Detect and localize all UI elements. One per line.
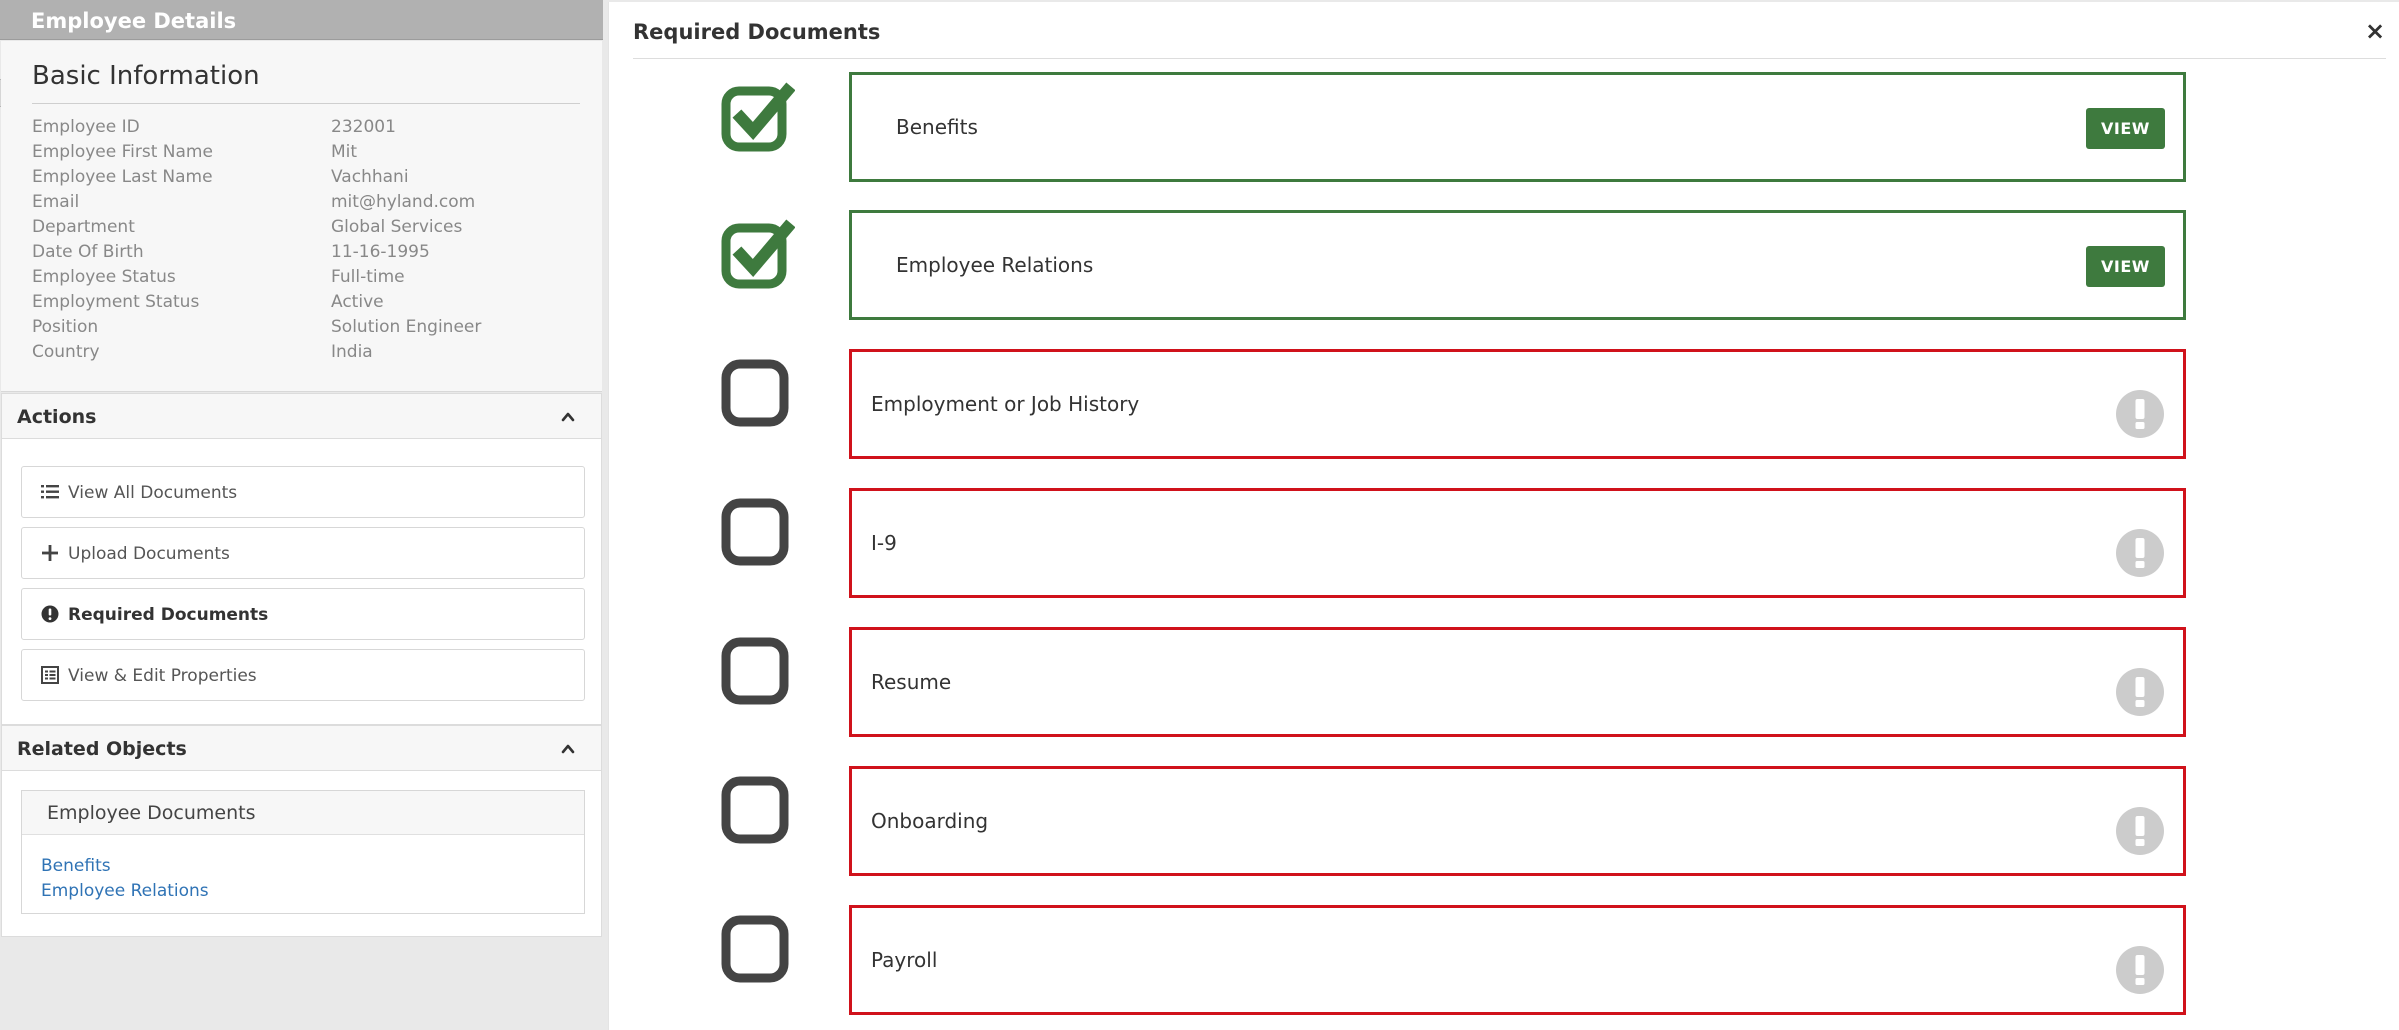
- plus-icon: [42, 545, 58, 561]
- info-value: India: [331, 342, 373, 362]
- info-value: Full-time: [331, 267, 405, 287]
- view-all-documents-button[interactable]: View All Documents: [21, 466, 585, 518]
- related-link-benefits[interactable]: Benefits: [41, 856, 111, 876]
- related-objects-header[interactable]: Related Objects: [2, 726, 601, 771]
- view-document-button[interactable]: VIEW: [2086, 246, 2165, 287]
- info-label: Employee First Name: [32, 142, 213, 162]
- document-name: Resume: [871, 670, 952, 694]
- document-name: Employee Relations: [896, 253, 1094, 277]
- action-label: Required Documents: [68, 605, 269, 625]
- exclamation-circle-icon: [41, 605, 59, 623]
- info-value: mit@hyland.com: [331, 192, 476, 212]
- document-name: Employment or Job History: [871, 392, 1140, 416]
- exclamation-circle-icon: [2116, 390, 2164, 438]
- actions-heading: Actions: [17, 406, 97, 428]
- divider: [32, 103, 580, 104]
- info-label: Employment Status: [32, 292, 200, 312]
- exclamation-circle-icon: [2116, 668, 2164, 716]
- info-label: Position: [32, 317, 99, 337]
- employee-details-panel: Employee Details Basic Information Emplo…: [0, 0, 603, 1030]
- info-label: Employee Status: [32, 267, 176, 287]
- exclamation-circle-icon: [2116, 807, 2164, 855]
- action-label: Upload Documents: [68, 544, 230, 564]
- checked-checkbox-icon: [721, 219, 795, 289]
- actions-section: Actions View All Documents Upload Docume…: [1, 393, 602, 725]
- panel-titlebar: Employee Details: [0, 0, 603, 40]
- document-card-payroll: Payroll: [849, 905, 2186, 1015]
- info-value: Mit: [331, 142, 358, 162]
- exclamation-circle-icon: [2116, 529, 2164, 577]
- info-label: Department: [32, 217, 135, 237]
- chevron-up-icon[interactable]: [561, 410, 575, 424]
- info-label: Date Of Birth: [32, 242, 144, 262]
- action-label: View & Edit Properties: [68, 666, 257, 686]
- info-label: Country: [32, 342, 100, 362]
- unchecked-checkbox-icon: [721, 776, 789, 844]
- action-label: View All Documents: [68, 483, 238, 503]
- close-icon[interactable]: ×: [2360, 16, 2390, 46]
- document-name: Onboarding: [871, 809, 989, 833]
- document-name: Benefits: [896, 115, 978, 139]
- divider: [633, 58, 2386, 59]
- exclamation-circle-icon: [2116, 946, 2164, 994]
- document-card-i-9: I-9: [849, 488, 2186, 598]
- document-card-employee-relations: Employee Relations VIEW: [849, 210, 2186, 320]
- unchecked-checkbox-icon: [721, 359, 789, 427]
- info-label: Email: [32, 192, 80, 212]
- required-documents-button[interactable]: Required Documents: [21, 588, 585, 640]
- info-label: Employee ID: [32, 117, 140, 137]
- info-value: Active: [331, 292, 384, 312]
- upload-documents-button[interactable]: Upload Documents: [21, 527, 585, 579]
- document-card-onboarding: Onboarding: [849, 766, 2186, 876]
- document-name: Payroll: [871, 948, 938, 972]
- info-value: Vachhani: [331, 167, 409, 187]
- info-value: Global Services: [331, 217, 463, 237]
- document-card-benefits: Benefits VIEW: [849, 72, 2186, 182]
- related-objects-heading: Related Objects: [17, 738, 187, 760]
- document-name: I-9: [871, 531, 897, 555]
- related-link-employee-relations[interactable]: Employee Relations: [41, 881, 209, 901]
- basic-information-heading: Basic Information: [32, 61, 260, 91]
- employee-documents-header: Employee Documents: [22, 791, 584, 835]
- info-value: 11-16-1995: [331, 242, 430, 262]
- required-documents-panel: Required Documents × Benefits VIEW Emplo…: [608, 2, 2399, 1030]
- employee-documents-title: Employee Documents: [47, 802, 256, 824]
- chevron-up-icon[interactable]: [561, 742, 575, 756]
- unchecked-checkbox-icon: [721, 498, 789, 566]
- checked-checkbox-icon: [721, 82, 795, 152]
- unchecked-checkbox-icon: [721, 915, 789, 983]
- required-documents-title: Required Documents: [633, 20, 881, 44]
- info-value: 232001: [331, 117, 396, 137]
- basic-information-section: Basic Information Employee ID 232001 Emp…: [1, 41, 602, 392]
- view-document-button[interactable]: VIEW: [2086, 108, 2165, 149]
- unchecked-checkbox-icon: [721, 637, 789, 705]
- table-icon: [41, 666, 59, 684]
- related-objects-section: Related Objects Employee Documents Benef…: [1, 725, 602, 937]
- employee-documents-box: Employee Documents Benefits Employee Rel…: [21, 790, 585, 914]
- panel-title: Employee Details: [31, 9, 237, 33]
- actions-header[interactable]: Actions: [2, 394, 601, 439]
- info-value: Solution Engineer: [331, 317, 482, 337]
- info-label: Employee Last Name: [32, 167, 213, 187]
- document-card-resume: Resume: [849, 627, 2186, 737]
- view-edit-properties-button[interactable]: View & Edit Properties: [21, 649, 585, 701]
- document-card-employment-job-history: Employment or Job History: [849, 349, 2186, 459]
- list-icon: [41, 485, 59, 499]
